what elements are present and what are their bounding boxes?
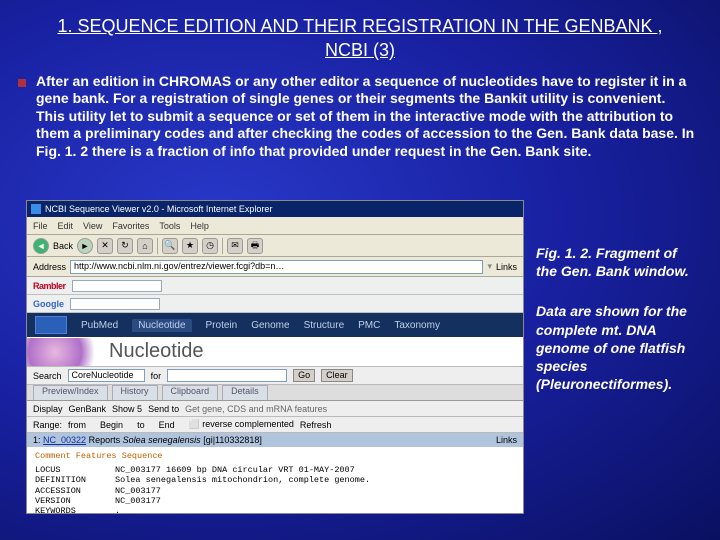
rc-checkbox[interactable]: ⬜ reverse complemented [189,419,294,430]
ncbi-tab-structure[interactable]: Structure [304,320,345,331]
nav-toolbar: ◄ Back ► ✕ ↻ ⌂ 🔍 ★ ◷ ✉ 🖶 [27,235,523,257]
genbank-screenshot: NCBI Sequence Viewer v2.0 - Microsoft In… [26,200,524,514]
refresh-button[interactable]: ↻ [117,238,133,254]
favorites-button[interactable]: ★ [182,238,198,254]
rambler-logo[interactable]: Rambler [33,281,66,291]
search-button[interactable]: 🔍 [162,238,178,254]
accession-link[interactable]: NC_00322 [43,435,86,445]
search-input[interactable] [167,369,287,382]
figure-description: Data are shown for the complete mt. DNA … [536,302,698,393]
tab-clipboard[interactable]: Clipboard [162,385,219,400]
ncbi-tab-nucleotide[interactable]: Nucleotide [132,319,191,332]
result-bar: 1: NC_00322 Reports Solea senegalensis [… [27,433,523,447]
format-select[interactable]: GenBank [69,404,107,414]
ncbi-tab-pubmed[interactable]: PubMed [81,320,118,331]
go-button[interactable]: Go [293,369,315,382]
google-search-input[interactable] [70,298,160,310]
secondary-tabs: Preview/Index History Clipboard Details [27,385,523,401]
slide-title: 1. SEQUENCE EDITION AND THEIR REGISTRATI… [0,0,720,73]
back-label: Back [53,241,73,251]
clear-button[interactable]: Clear [321,369,353,382]
gi-label: [gi|110332818] [203,435,262,445]
links-label[interactable]: Links [496,262,517,272]
from-label: from [68,420,86,430]
locus-value: NC_003177 16609 bp DNA circular VRT 01-M… [115,465,355,475]
refresh-range-button[interactable]: Refresh [300,420,332,430]
stop-button[interactable]: ✕ [97,238,113,254]
menu-help[interactable]: Help [190,221,209,231]
app-icon [31,204,41,214]
for-label: for [151,371,162,381]
ncbi-tab-protein[interactable]: Protein [206,320,238,331]
rambler-toolbar: Rambler [27,277,523,295]
range-label: Range: [33,420,62,430]
end-input[interactable]: End [151,420,183,430]
caption-column: Fig. 1. 2. Fragment of the Gen. Bank win… [536,200,698,520]
begin-input[interactable]: Begin [92,420,131,430]
body-paragraph: After an edition in CHROMAS or any other… [36,73,698,161]
menu-file[interactable]: File [33,221,48,231]
ncbi-tab-genome[interactable]: Genome [251,320,289,331]
search-row: Search CoreNucleotide for Go Clear [27,367,523,385]
figure-caption: Fig. 1. 2. Fragment of the Gen. Bank win… [536,244,698,280]
menu-tools[interactable]: Tools [159,221,180,231]
tab-details[interactable]: Details [222,385,268,400]
rambler-search-input[interactable] [72,280,162,292]
species-label: Solea senegalensis [123,435,201,445]
print-button[interactable]: 🖶 [247,238,263,254]
nucleotide-label: Nucleotide [109,340,204,363]
menu-favorites[interactable]: Favorites [112,221,149,231]
window-title: NCBI Sequence Viewer v2.0 - Microsoft In… [45,204,272,214]
show-select[interactable]: Show 5 [112,404,142,414]
sendto-select[interactable]: Send to [148,404,179,414]
menu-edit[interactable]: Edit [58,221,74,231]
mail-button[interactable]: ✉ [227,238,243,254]
ncbi-header: PubMed Nucleotide Protein Genome Structu… [27,313,523,337]
display-row: Display GenBank Show 5 Send to Get gene,… [27,401,523,417]
window-titlebar: NCBI Sequence Viewer v2.0 - Microsoft In… [27,201,523,217]
tab-preview[interactable]: Preview/Index [33,385,108,400]
reports-label[interactable]: Reports [89,435,121,445]
content-nav-links[interactable]: Comment Features Sequence [35,451,515,461]
to-label: to [137,420,145,430]
forward-button[interactable]: ► [77,238,93,254]
nucleotide-graphic [27,338,97,366]
address-bar: Address http://www.ncbi.nlm.ni.gov/entre… [27,257,523,277]
db-select[interactable]: CoreNucleotide [68,369,145,382]
hint-text: Get gene, CDS and mRNA features [185,404,327,414]
google-toolbar: Google [27,295,523,313]
range-row: Range: from Begin to End ⬜ reverse compl… [27,417,523,433]
search-label: Search [33,371,62,381]
home-button[interactable]: ⌂ [137,238,153,254]
nucleotide-banner: Nucleotide [27,337,523,367]
address-label: Address [33,262,66,272]
history-button[interactable]: ◷ [202,238,218,254]
accession-value: NC_003177 [115,486,161,496]
ncbi-logo[interactable] [35,316,67,334]
links-right[interactable]: Links [496,435,517,445]
menu-bar: File Edit View Favorites Tools Help [27,217,523,235]
result-index: 1: [33,435,41,445]
ncbi-tab-taxonomy[interactable]: Taxonomy [394,320,440,331]
keywords-value: . [115,506,120,514]
version-value: NC_003177 [115,496,161,506]
google-logo[interactable]: Google [33,299,64,309]
ncbi-tab-pmc[interactable]: PMC [358,320,380,331]
display-label: Display [33,404,63,414]
url-input[interactable]: http://www.ncbi.nlm.ni.gov/entrez/viewer… [70,260,483,274]
back-button[interactable]: ◄ [33,238,49,254]
bullet-icon [18,79,26,87]
record-content: Comment Features Sequence LOCUSNC_003177… [27,447,523,514]
tab-history[interactable]: History [112,385,158,400]
definition-value: Solea senegalensis mitochondrion, comple… [115,475,370,485]
menu-view[interactable]: View [83,221,102,231]
